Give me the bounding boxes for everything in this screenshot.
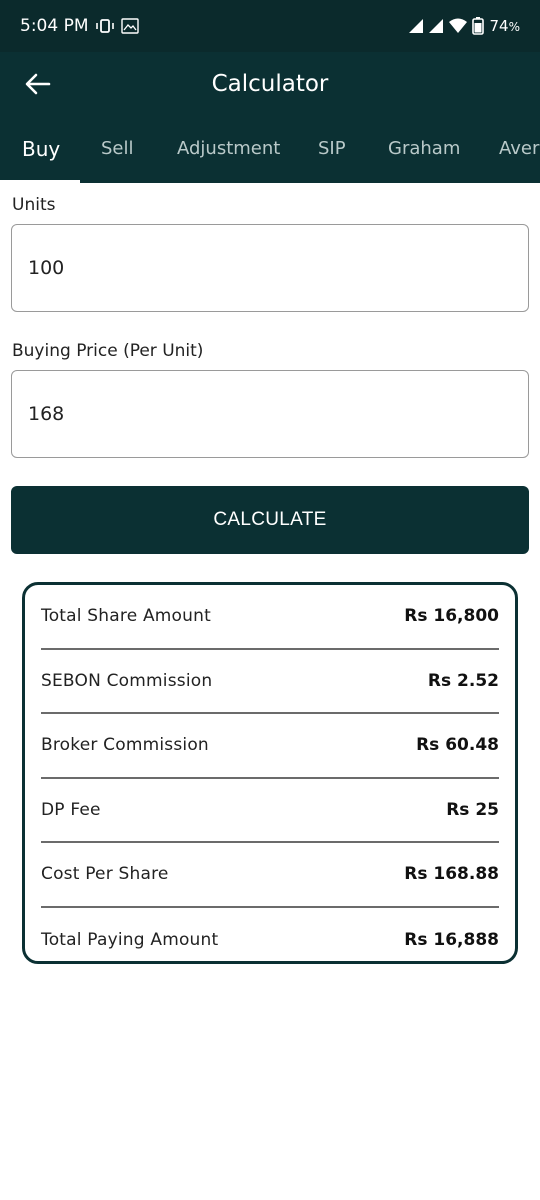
gallery-icon bbox=[120, 18, 139, 34]
result-value: Rs 25 bbox=[446, 799, 499, 820]
result-label: DP Fee bbox=[41, 799, 101, 820]
results-card: Total Share Amount Rs 16,800 SEBON Commi… bbox=[22, 582, 518, 964]
result-row-total-share-amount: Total Share Amount Rs 16,800 bbox=[41, 585, 499, 650]
result-label: Cost Per Share bbox=[41, 864, 169, 885]
result-value: Rs 60.48 bbox=[416, 735, 499, 756]
status-left: 5:04 PM bbox=[20, 16, 139, 36]
battery-percent: 74% bbox=[489, 17, 521, 35]
result-row-sebon-commission: SEBON Commission Rs 2.52 bbox=[41, 650, 499, 714]
status-right: 74% bbox=[408, 17, 521, 35]
calculate-button[interactable]: CALCULATE bbox=[11, 486, 529, 554]
result-row-dp-fee: DP Fee Rs 25 bbox=[41, 779, 499, 843]
tab-average[interactable]: Average bbox=[499, 116, 540, 183]
battery-icon bbox=[471, 17, 484, 35]
tab-indicator bbox=[0, 180, 80, 183]
status-bar: 5:04 PM 74% bbox=[0, 0, 540, 52]
tab-graham[interactable]: Graham bbox=[388, 116, 460, 183]
result-label: Total Share Amount bbox=[41, 606, 211, 627]
tab-sell[interactable]: Sell bbox=[101, 116, 134, 183]
result-row-cost-per-share: Cost Per Share Rs 168.88 bbox=[41, 843, 499, 908]
vibrate-icon bbox=[95, 19, 115, 33]
result-label: Broker Commission bbox=[41, 735, 209, 756]
result-row-total-paying-amount: Total Paying Amount Rs 16,888 bbox=[41, 908, 499, 973]
tab-sip[interactable]: SIP bbox=[318, 116, 346, 183]
page-title: Calculator bbox=[211, 71, 329, 97]
tab-buy[interactable]: Buy bbox=[22, 116, 60, 183]
status-time: 5:04 PM bbox=[20, 16, 89, 36]
result-value: Rs 16,800 bbox=[404, 606, 499, 627]
units-label: Units bbox=[12, 195, 56, 215]
result-label: SEBON Commission bbox=[41, 670, 213, 691]
result-value: Rs 168.88 bbox=[404, 864, 499, 885]
app-bar: Calculator bbox=[0, 52, 540, 116]
wifi-icon bbox=[448, 18, 468, 34]
tab-adjustment[interactable]: Adjustment bbox=[177, 116, 280, 183]
signal-icon bbox=[408, 18, 424, 34]
units-input[interactable] bbox=[11, 224, 529, 312]
signal-icon bbox=[428, 18, 444, 34]
result-row-broker-commission: Broker Commission Rs 60.48 bbox=[41, 714, 499, 779]
buying-price-input[interactable] bbox=[11, 370, 529, 458]
result-value: Rs 2.52 bbox=[427, 670, 499, 691]
buying-price-label: Buying Price (Per Unit) bbox=[12, 341, 204, 361]
tab-bar: Buy Sell Adjustment SIP Graham Average bbox=[0, 116, 540, 183]
result-value: Rs 16,888 bbox=[404, 929, 499, 950]
result-label: Total Paying Amount bbox=[41, 929, 219, 950]
